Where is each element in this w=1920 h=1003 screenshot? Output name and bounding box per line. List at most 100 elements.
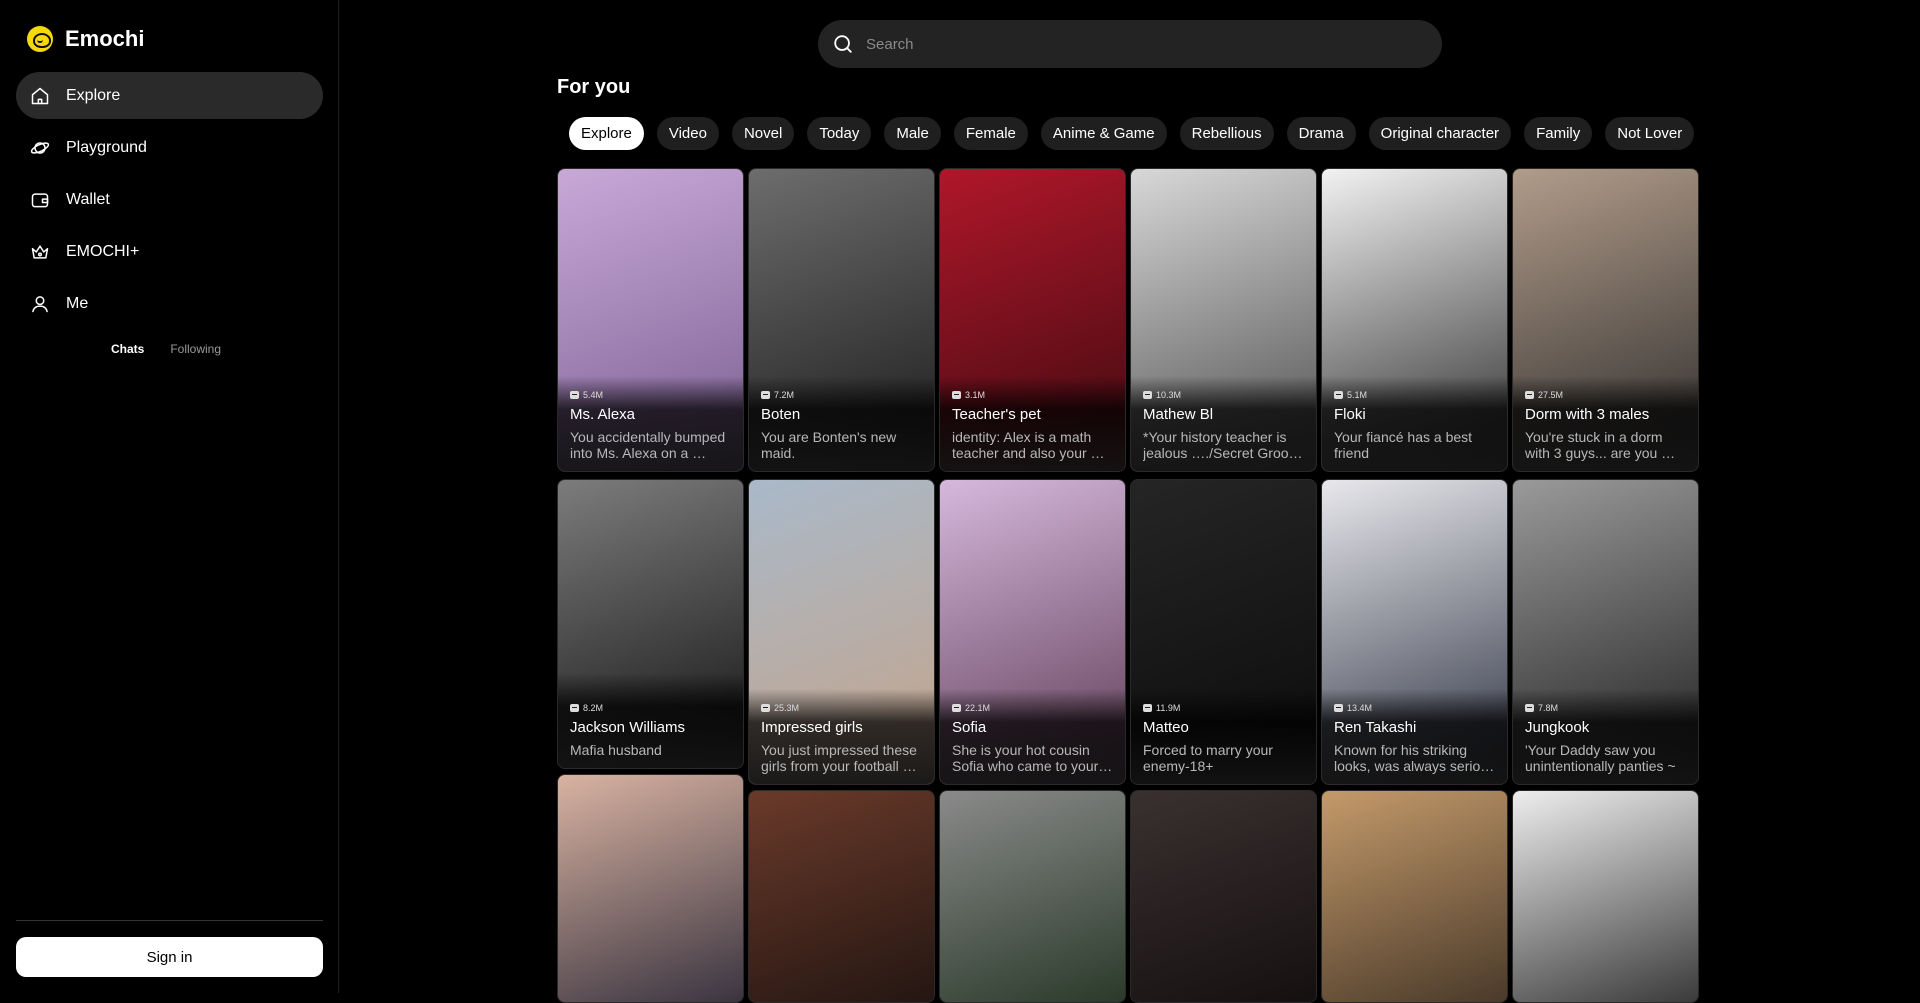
character-card[interactable]: 27.5M Dorm with 3 males You're stuck in a …: [1512, 168, 1699, 472]
category-chip[interactable]: Novel: [731, 117, 795, 150]
character-description: 'Your Daddy saw you unintentionally pant…: [1525, 742, 1676, 774]
search-bar[interactable]: [818, 20, 1442, 68]
chat-bubble-icon: [761, 391, 770, 399]
character-name: Ren Takashi: [1334, 719, 1417, 736]
character-image: [1322, 791, 1507, 1002]
character-card[interactable]: 7.8M Jungkook 'Your Daddy saw you unintent…: [1512, 479, 1699, 785]
chat-count-value: 3.1M: [965, 390, 986, 400]
character-name: Jungkook: [1525, 719, 1590, 736]
character-name: Teacher's pet: [952, 406, 1041, 423]
character-card[interactable]: 10.3M Mathew Bl *Your history teacher is j…: [1130, 168, 1317, 472]
character-card[interactable]: 5.1M Floki Your fiancé has a best friend: [1321, 168, 1508, 472]
card-meta: 11.9M Matteo Forced to marry your enemy-18…: [1143, 703, 1306, 774]
chat-bubble-icon: [570, 704, 579, 712]
nav-item-wallet[interactable]: Wallet: [16, 176, 323, 223]
tab-following[interactable]: Following: [170, 342, 221, 356]
nav-item-playground[interactable]: Playground: [16, 124, 323, 171]
chat-count: 5.1M: [1334, 390, 1497, 400]
card-meta: 7.8M Jungkook 'Your Daddy saw you unintent…: [1525, 703, 1688, 774]
chat-count-value: 5.1M: [1347, 390, 1368, 400]
section-title: For you: [557, 76, 631, 98]
character-card[interactable]: [939, 790, 1126, 1003]
chat-count: 3.1M: [952, 390, 1115, 400]
chat-count-value: 25.3M: [774, 703, 800, 713]
category-chip[interactable]: Rebellious: [1179, 117, 1274, 150]
category-chip[interactable]: Not Lover: [1605, 117, 1695, 150]
character-image: [940, 791, 1125, 1002]
sidebar-divider: [16, 920, 323, 921]
chat-count-value: 27.5M: [1538, 390, 1564, 400]
character-card[interactable]: [1130, 790, 1317, 1003]
character-image: [749, 791, 934, 1002]
category-chip[interactable]: Anime & Game: [1040, 117, 1167, 150]
card-meta: 27.5M Dorm with 3 males You're stuck in a …: [1525, 390, 1688, 461]
character-name: Boten: [761, 406, 801, 423]
chat-count: 27.5M: [1525, 390, 1688, 400]
character-image: [1131, 791, 1316, 1002]
character-card[interactable]: 22.1M Sofia She is your hot cousin Sofia w…: [939, 479, 1126, 785]
category-chip[interactable]: Family: [1524, 117, 1593, 150]
chat-count-value: 5.4M: [583, 390, 604, 400]
card-meta: 7.2M Boten You are Bonten's new maid.: [761, 390, 924, 461]
card-meta: 22.1M Sofia She is your hot cousin Sofia w…: [952, 703, 1115, 774]
category-chip[interactable]: Female: [953, 117, 1028, 150]
character-description: You just impressed these girls from your…: [761, 742, 917, 774]
character-description: identity: Alex is a math teacher and als…: [952, 429, 1105, 461]
wallet-icon: [30, 190, 50, 210]
category-chip[interactable]: Video: [656, 117, 719, 150]
chat-bubble-icon: [1525, 391, 1534, 399]
character-card[interactable]: [1512, 790, 1699, 1003]
nav-item-explore[interactable]: Explore: [16, 72, 323, 119]
chat-count: 7.8M: [1525, 703, 1688, 713]
character-description: You're stuck in a dorm with 3 guys... ar…: [1525, 429, 1676, 461]
character-name: Impressed girls: [761, 719, 863, 736]
home-icon: [30, 86, 50, 106]
character-name: Sofia: [952, 719, 987, 736]
nav-item-emochi-plus[interactable]: EMOCHI+: [16, 228, 323, 275]
chat-count-value: 22.1M: [965, 703, 991, 713]
category-chips: Explore Video Novel Today Male Female Anime & …: [569, 117, 1702, 151]
category-chip[interactable]: Male: [884, 117, 941, 150]
character-name: Jackson Williams: [570, 719, 686, 736]
sign-in-button[interactable]: Sign in: [16, 937, 323, 977]
character-name: Mathew Bl: [1143, 406, 1214, 423]
chat-bubble-icon: [1143, 391, 1152, 399]
category-chip[interactable]: Drama: [1286, 117, 1356, 150]
chat-count: 22.1M: [952, 703, 1115, 713]
character-description: Your fiancé has a best friend: [1334, 429, 1473, 461]
character-card[interactable]: [1321, 790, 1508, 1003]
character-card[interactable]: 11.9M Matteo Forced to marry your enemy-18…: [1130, 479, 1317, 785]
character-card[interactable]: 8.2M Jackson Williams Mafia husband: [557, 479, 744, 769]
character-name: Floki: [1334, 406, 1366, 423]
category-chip[interactable]: Explore: [569, 117, 644, 150]
nav-item-label: Wallet: [66, 190, 110, 208]
character-card[interactable]: 25.3M Impressed girls You just impressed t…: [748, 479, 935, 785]
character-card[interactable]: 3.1M Teacher's pet identity: Alex is a mat…: [939, 168, 1126, 472]
card-meta: 8.2M Jackson Williams Mafia husband: [570, 703, 733, 758]
character-card[interactable]: 5.4M Ms. Alexa You accidentally bumped int…: [557, 168, 744, 472]
character-card[interactable]: 7.2M Boten You are Bonten's new maid.: [748, 168, 935, 472]
brand[interactable]: Emochi: [27, 26, 144, 52]
user-icon: [30, 294, 50, 314]
category-chip[interactable]: Today: [807, 117, 872, 150]
chat-count: 11.9M: [1143, 703, 1306, 713]
search-input[interactable]: [866, 35, 1426, 53]
character-image: [558, 775, 743, 1002]
nav-item-me[interactable]: Me: [16, 280, 323, 327]
tab-chats[interactable]: Chats: [111, 342, 144, 356]
planet-icon: [30, 138, 50, 158]
brand-name: Emochi: [65, 26, 145, 51]
crown-icon: [30, 242, 50, 262]
category-chip[interactable]: Original character: [1368, 117, 1512, 150]
chat-bubble-icon: [1334, 704, 1343, 712]
chat-bubble-icon: [1334, 391, 1343, 399]
character-card[interactable]: 13.4M Ren Takashi Known for his striking l…: [1321, 479, 1508, 785]
character-card[interactable]: [557, 774, 744, 1003]
chat-count-value: 8.2M: [583, 703, 604, 713]
nav-item-label: Me: [66, 294, 89, 312]
chat-count: 7.2M: [761, 390, 924, 400]
character-description: She is your hot cousin Sofia who came to…: [952, 742, 1099, 774]
chat-bubble-icon: [761, 704, 770, 712]
chat-count: 5.4M: [570, 390, 733, 400]
character-card[interactable]: [748, 790, 935, 1003]
